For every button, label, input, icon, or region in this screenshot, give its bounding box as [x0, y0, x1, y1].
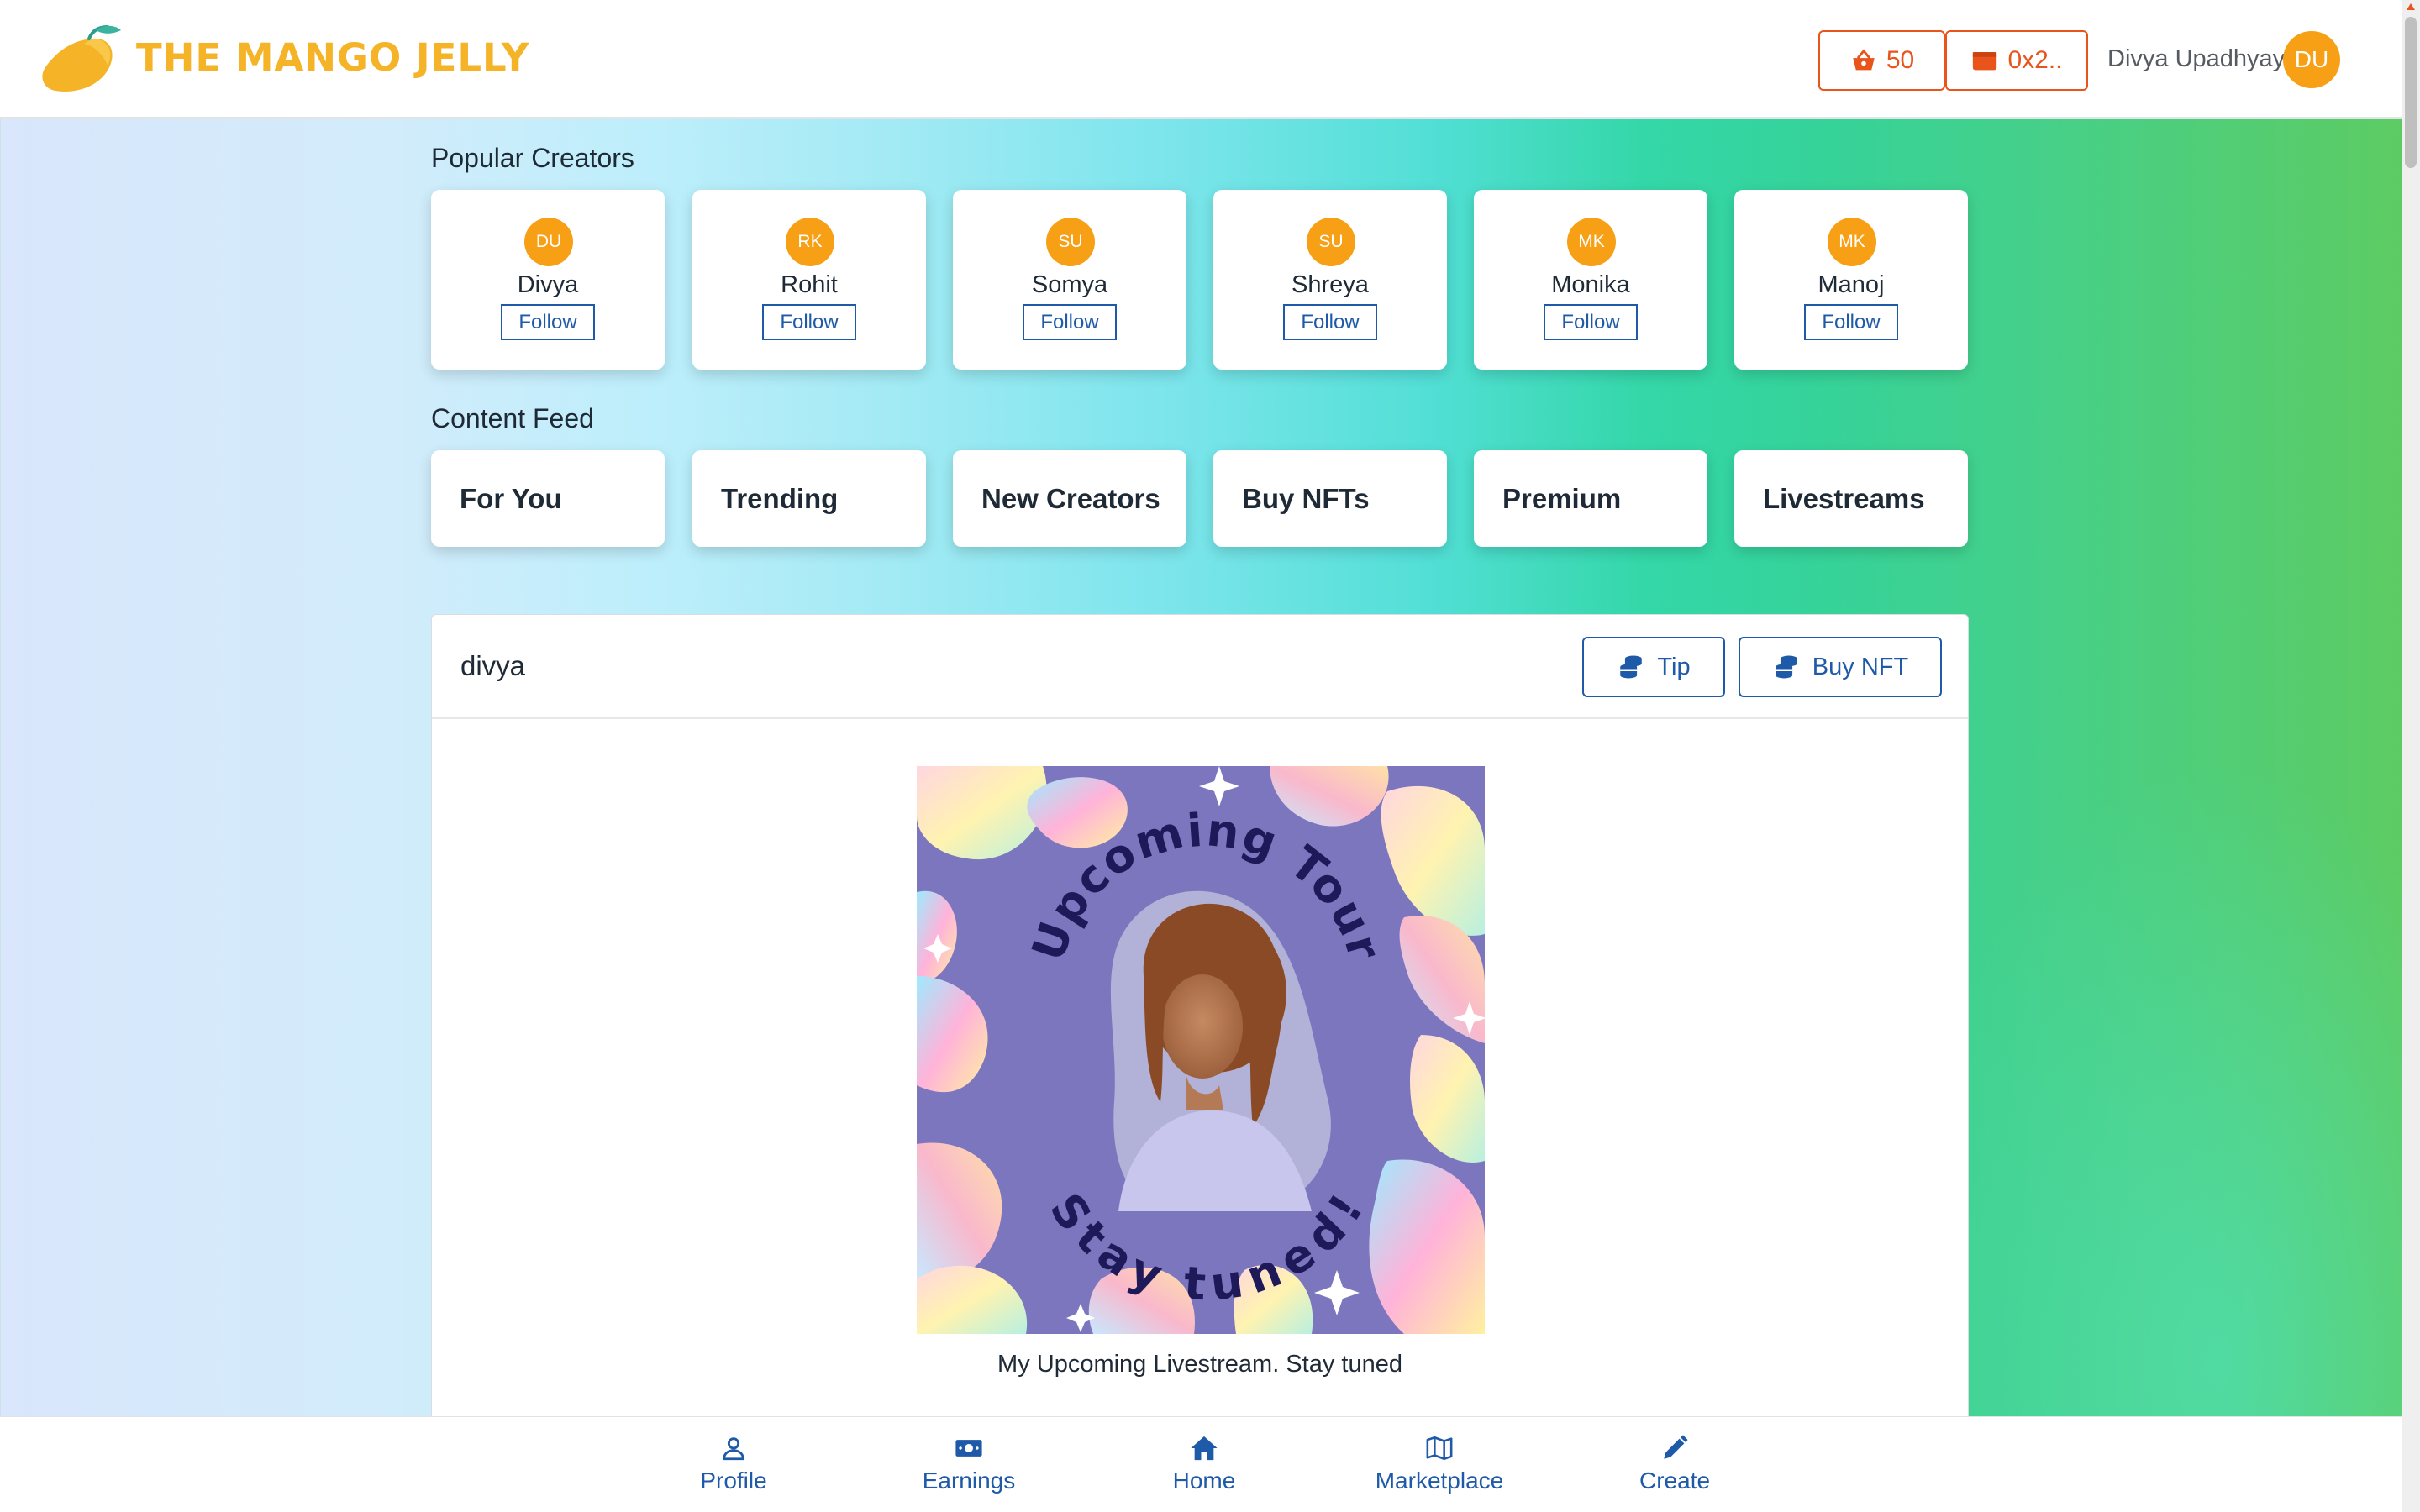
follow-button[interactable]: Follow	[1283, 304, 1377, 340]
feed-tab-label: New Creators	[981, 482, 1160, 514]
basket-icon	[1853, 49, 1875, 71]
top-header: THE MANGO JELLY 50 0x2.. Divya Upadhyay …	[0, 0, 2402, 119]
nav-home[interactable]: Home	[1103, 1434, 1305, 1494]
map-icon	[1426, 1436, 1453, 1461]
buy-nft-label: Buy NFT	[1812, 653, 1909, 680]
post-author[interactable]: divya	[460, 650, 525, 682]
scroll-thumb[interactable]	[2405, 17, 2417, 168]
creator-avatar: MK	[1567, 218, 1616, 266]
scroll-up-arrow-icon[interactable]	[2407, 3, 2415, 10]
nav-label: Earnings	[922, 1467, 1016, 1494]
nav-create[interactable]: Create	[1574, 1434, 1776, 1494]
creator-name: Rohit	[781, 271, 838, 298]
feed-tab-new-creators[interactable]: New Creators	[953, 450, 1186, 547]
creator-avatar: SU	[1046, 218, 1095, 266]
follow-button[interactable]: Follow	[1804, 304, 1898, 340]
nav-label: Create	[1639, 1467, 1711, 1494]
feed-tab-label: Premium	[1502, 482, 1622, 514]
wallet-button[interactable]: 0x2..	[1945, 30, 2088, 91]
creator-avatar: MK	[1828, 218, 1876, 266]
creator-name: Shreya	[1292, 271, 1369, 298]
nav-marketplace[interactable]: Marketplace	[1339, 1434, 1540, 1494]
nav-label: Home	[1172, 1467, 1236, 1494]
post-image[interactable]: Upcoming Tour Stay tuned!	[917, 766, 1485, 1334]
wallet-icon	[1973, 52, 1997, 71]
nav-label: Profile	[700, 1467, 767, 1494]
feed-tab-trending[interactable]: Trending	[692, 450, 926, 547]
post-header: divya Tip Buy NFT	[432, 615, 1968, 719]
feed-tab-label: Buy NFTs	[1242, 482, 1370, 514]
follow-button[interactable]: Follow	[762, 304, 856, 340]
feed-tab-label: For You	[460, 482, 562, 514]
user-name[interactable]: Divya Upadhyay	[2107, 45, 2285, 73]
coins-icon	[1776, 655, 1797, 679]
buy-nft-button[interactable]: Buy NFT	[1739, 637, 1942, 697]
post-caption: My Upcoming Livestream. Stay tuned	[997, 1351, 1402, 1378]
wallet-address: 0x2..	[2007, 46, 2063, 74]
points-button[interactable]: 50	[1818, 30, 1945, 91]
money-icon	[955, 1440, 982, 1457]
bottom-navigation: Profile Earnings Home Marketplace Create	[0, 1416, 2402, 1512]
creator-card[interactable]: MK Monika Follow	[1474, 190, 1707, 370]
content-feed-title: Content Feed	[431, 403, 594, 433]
nav-label: Marketplace	[1375, 1467, 1504, 1494]
house-icon	[1191, 1436, 1218, 1461]
creator-name: Monika	[1551, 271, 1630, 298]
mango-logo-icon[interactable]	[40, 24, 124, 96]
post-card: divya Tip Buy NFT Upcoming Tour Stay tun…	[431, 614, 1969, 1512]
person-icon	[723, 1437, 744, 1461]
creator-avatar: DU	[524, 218, 573, 266]
feed-tab-label: Livestreams	[1763, 482, 1925, 514]
popular-creators-title: Popular Creators	[431, 143, 634, 173]
follow-button[interactable]: Follow	[1544, 304, 1638, 340]
creator-avatar: SU	[1307, 218, 1355, 266]
user-avatar[interactable]: DU	[2283, 31, 2340, 88]
page-scrollbar[interactable]	[2402, 0, 2420, 1512]
tip-label: Tip	[1657, 653, 1691, 680]
follow-button[interactable]: Follow	[501, 304, 595, 340]
follow-button[interactable]: Follow	[1023, 304, 1117, 340]
creator-card[interactable]: SU Somya Follow	[953, 190, 1186, 370]
tip-button[interactable]: Tip	[1582, 637, 1725, 697]
feed-tab-for-you[interactable]: For You	[431, 450, 665, 547]
points-count: 50	[1886, 46, 1915, 74]
pencil-icon	[1664, 1435, 1688, 1459]
creator-card[interactable]: RK Rohit Follow	[692, 190, 926, 370]
creator-name: Manoj	[1818, 271, 1885, 298]
creator-name: Somya	[1031, 271, 1108, 298]
feed-tab-label: Trending	[721, 482, 839, 514]
feed-tab-livestreams[interactable]: Livestreams	[1734, 450, 1968, 547]
creator-name: Divya	[517, 271, 579, 298]
nav-profile[interactable]: Profile	[633, 1434, 834, 1494]
coins-icon	[1620, 655, 1643, 679]
feed-tab-premium[interactable]: Premium	[1474, 450, 1707, 547]
creator-avatar: RK	[786, 218, 834, 266]
creator-card[interactable]: SU Shreya Follow	[1213, 190, 1447, 370]
brand-name[interactable]: THE MANGO JELLY	[136, 35, 529, 80]
feed-tab-buy-nfts[interactable]: Buy NFTs	[1213, 450, 1447, 547]
livestream-poster: Upcoming Tour Stay tuned!	[917, 766, 1485, 1334]
nav-earnings[interactable]: Earnings	[868, 1434, 1070, 1494]
creator-card[interactable]: MK Manoj Follow	[1734, 190, 1968, 370]
creator-card[interactable]: DU Divya Follow	[431, 190, 665, 370]
